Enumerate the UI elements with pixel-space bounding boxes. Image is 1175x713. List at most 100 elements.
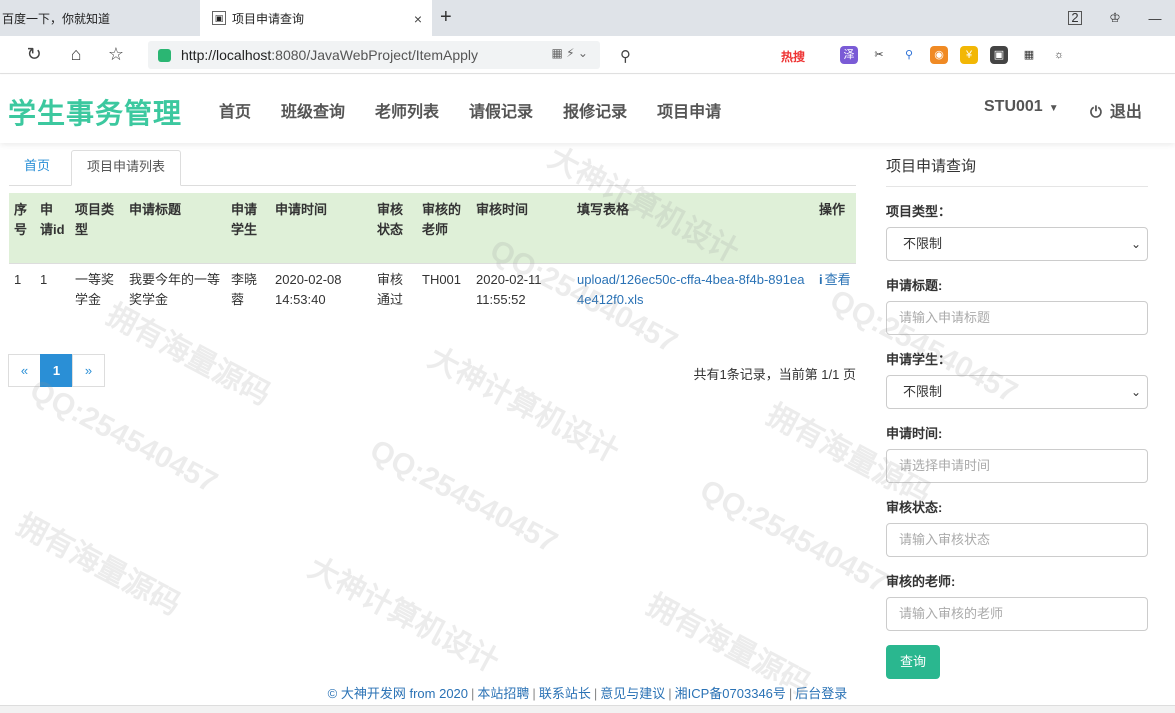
- caret-down-icon: ▼: [1048, 103, 1059, 114]
- footer-link-feedback[interactable]: 意见与建议: [600, 686, 665, 701]
- col-header: 申请学生: [226, 193, 270, 263]
- cell-student: 李晓蓉: [226, 262, 270, 316]
- label-apply-student: 申请学生：: [886, 352, 952, 367]
- magnifier-icon[interactable]: ⚲: [900, 46, 918, 64]
- pagination: « 1 »: [8, 354, 105, 387]
- home-icon[interactable]: ⌂: [64, 44, 88, 65]
- browser-statusbar: [0, 705, 1175, 713]
- cell-teacher: TH001: [417, 262, 471, 316]
- info-icon: i: [819, 271, 823, 287]
- review-teacher-input[interactable]: 请输入审核的老师: [886, 597, 1148, 631]
- site-brand[interactable]: 学生事务管理: [8, 92, 182, 132]
- label-review-status: 审核状态:: [886, 500, 943, 515]
- footer-link-contact[interactable]: 联系站长: [539, 686, 591, 701]
- cell-review-time: 2020-02-11 11:55:52: [471, 262, 572, 316]
- watermark: QQ:254540457: [24, 373, 223, 500]
- new-tab-button[interactable]: +: [440, 6, 452, 29]
- breadcrumb-current[interactable]: 项目申请列表: [71, 150, 182, 186]
- cell-status: 审核通过: [372, 262, 417, 316]
- main-nav: 首页 班级查询 老师列表 请假记录 报修记录 项目申请: [204, 98, 736, 122]
- project-type-value: 不限制: [903, 236, 943, 251]
- footer-copyright[interactable]: © 大神开发网 from 2020: [328, 686, 468, 701]
- grid-apps-icon[interactable]: ▦: [1020, 46, 1038, 64]
- apply-table: 序号 申请id 项目类型 申请标题 申请学生 申请时间 审核状态 审核的老师 审…: [9, 193, 856, 316]
- page-favicon-icon: ▣: [212, 11, 226, 25]
- breadcrumb: 首页 项目申请列表: [9, 150, 856, 186]
- review-status-input[interactable]: 请输入审核状态: [886, 523, 1148, 557]
- user-menu[interactable]: STU001 ▼: [984, 98, 1059, 116]
- brightness-icon[interactable]: ☼: [1050, 46, 1068, 64]
- label-review-teacher: 审核的老师:: [886, 574, 956, 589]
- tab-count-icon[interactable]: 2: [1068, 11, 1082, 25]
- search-icon: ⚲: [620, 48, 631, 65]
- next-page-button[interactable]: »: [72, 354, 105, 387]
- apply-time-input[interactable]: 请选择申请时间: [886, 449, 1148, 483]
- col-header: 审核的老师: [417, 193, 471, 263]
- browser-tab-active[interactable]: ▣ 项目申请查询 ×: [200, 0, 432, 36]
- nav-home[interactable]: 首页: [219, 98, 251, 122]
- scissors-icon[interactable]: ✂: [870, 46, 888, 64]
- wallet-icon[interactable]: ▣: [990, 46, 1008, 64]
- watermark: 大神计算机设计: [422, 341, 624, 469]
- view-label: 查看: [824, 271, 851, 287]
- hot-search-label: 热搜: [781, 49, 806, 64]
- url-text: http://localhost:8080/JavaWebProject/Ite…: [181, 47, 479, 63]
- cell-type: 一等奖学金: [70, 262, 124, 316]
- prev-page-button[interactable]: «: [8, 354, 41, 387]
- logout-label: 退出: [1109, 104, 1142, 121]
- extension-ze-icon[interactable]: 泽: [840, 46, 858, 64]
- footer-link-jobs[interactable]: 本站招聘: [477, 686, 529, 701]
- watermark: 拥有海量源码: [11, 508, 186, 622]
- close-tab-icon[interactable]: ×: [414, 11, 422, 27]
- col-header: 填写表格: [572, 193, 814, 263]
- tab-title: 项目申请查询: [232, 11, 305, 26]
- address-tools-icon[interactable]: ▦ ⚡ ⌄: [552, 46, 589, 60]
- nav-repair-records[interactable]: 报修记录: [563, 98, 627, 122]
- gamepad-icon[interactable]: ◉: [930, 46, 948, 64]
- col-header: 审核时间: [471, 193, 572, 263]
- extension-icons: 泽 ✂ ⚲ ◉ ¥ ▣ ▦ ☼: [840, 46, 1068, 64]
- nav-class-query[interactable]: 班级查询: [281, 98, 345, 122]
- col-header: 申请id: [35, 193, 70, 263]
- logout-button[interactable]: ⏻ 退出: [1090, 98, 1142, 122]
- site-header: 学生事务管理 首页 班级查询 老师列表 请假记录 报修记录 项目申请 STU00…: [0, 75, 1175, 143]
- page-1-button[interactable]: 1: [40, 354, 73, 387]
- chevron-down-icon: ⌄: [1130, 237, 1141, 251]
- query-button[interactable]: 查询: [886, 645, 940, 679]
- col-header: 审核状态: [372, 193, 417, 263]
- view-link[interactable]: i 查看: [819, 272, 851, 287]
- star-icon[interactable]: ☆: [104, 44, 128, 65]
- col-header: 申请标题: [124, 193, 226, 263]
- secure-shield-icon: [158, 48, 171, 62]
- apply-student-value: 不限制: [903, 384, 943, 399]
- coin-icon[interactable]: ¥: [960, 46, 978, 64]
- chevron-down-icon: ⌄: [1130, 385, 1141, 399]
- project-type-select[interactable]: 不限制 ⌄: [886, 227, 1148, 261]
- cell-seq: 1: [9, 262, 35, 316]
- shirt-skin-icon[interactable]: ♔: [1095, 10, 1135, 26]
- col-header: 项目类型: [70, 193, 124, 263]
- address-bar[interactable]: http://localhost:8080/JavaWebProject/Ite…: [148, 41, 600, 69]
- cell-file: upload/126ec50c-cffa-4bea-8f4b-891ea4e41…: [572, 262, 814, 316]
- minimize-button[interactable]: —: [1135, 11, 1175, 26]
- window-controls: 2 ♔ —: [1055, 0, 1175, 36]
- footer-link-icp[interactable]: 湘ICP备0703346号: [675, 686, 786, 701]
- nav-leave-records[interactable]: 请假记录: [469, 98, 533, 122]
- file-link[interactable]: upload/126ec50c-cffa-4bea-8f4b-891ea4e41…: [577, 272, 804, 307]
- browser-tab-baidu[interactable]: 百度一下，你就知道: [0, 0, 200, 36]
- nav-project-apply[interactable]: 项目申请: [657, 98, 721, 122]
- footer-link-admin-login[interactable]: 后台登录: [795, 686, 847, 701]
- nav-teacher-list[interactable]: 老师列表: [375, 98, 439, 122]
- apply-title-input[interactable]: 请输入申请标题: [886, 301, 1148, 335]
- reload-icon[interactable]: ↻: [22, 44, 46, 65]
- breadcrumb-home[interactable]: 首页: [9, 150, 65, 186]
- apply-student-select[interactable]: 不限制 ⌄: [886, 375, 1148, 409]
- cell-action: i 查看: [814, 262, 856, 316]
- col-header: 操作: [814, 193, 856, 263]
- col-header: 序号: [9, 193, 35, 263]
- browser-search-box[interactable]: ⚲ 热搜: [620, 44, 830, 68]
- label-apply-title: 申请标题:: [886, 278, 943, 293]
- browser-tabbar: 百度一下，你就知道 ▣ 项目申请查询 × + 2 ♔ —: [0, 0, 1175, 36]
- table-row: 1 1 一等奖学金 我要今年的一等奖学金 李晓蓉 2020-02-08 14:5…: [9, 262, 856, 316]
- site-footer: © 大神开发网 from 2020 | 本站招聘 | 联系站长 | 意见与建议 | 湘ICP备0…: [327, 686, 848, 701]
